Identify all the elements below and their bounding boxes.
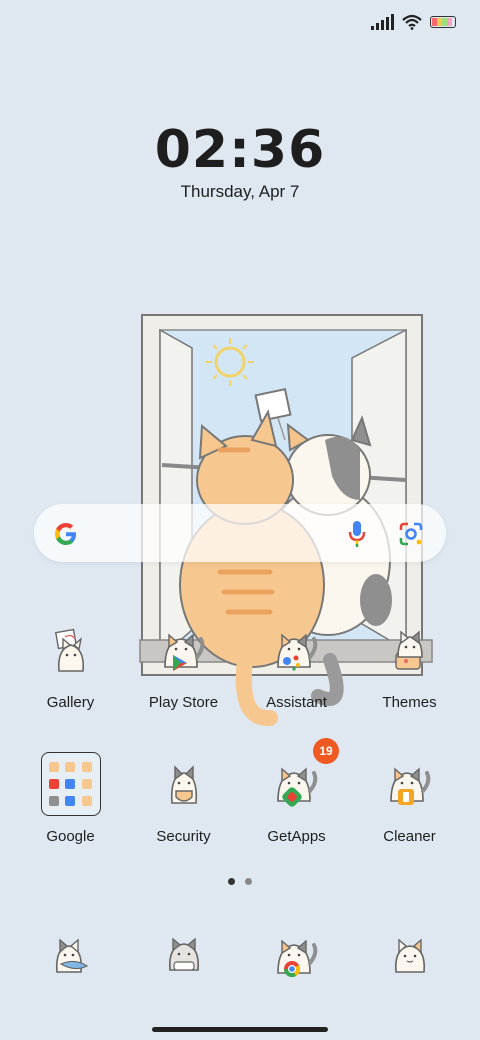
- clock-date: Thursday, Apr 7: [180, 182, 300, 201]
- cat-camera-icon: [378, 924, 442, 988]
- cat-cleaner-icon: [378, 752, 442, 816]
- google-g-icon: [55, 523, 76, 545]
- folder-google[interactable]: Google: [14, 752, 127, 845]
- dock-messages[interactable]: [127, 924, 240, 988]
- app-getapps[interactable]: GetApps: [240, 752, 353, 845]
- page-dot-active: [228, 878, 235, 885]
- app-gallery[interactable]: Gallery: [14, 618, 127, 711]
- signal-icon: [371, 14, 394, 30]
- gesture-handle[interactable]: [152, 1027, 328, 1032]
- app-label: GetApps: [267, 828, 326, 845]
- status-bar: [371, 14, 456, 30]
- clock-time: 02:36: [154, 120, 326, 180]
- dock-camera[interactable]: [353, 924, 466, 988]
- google-lens-icon[interactable]: [398, 521, 424, 547]
- page-dot: [245, 878, 252, 885]
- app-label: Assistant: [266, 694, 327, 711]
- notification-badge: 19: [313, 738, 339, 764]
- battery-icon: [430, 16, 456, 28]
- cat-security-icon: [152, 752, 216, 816]
- google-search-bar[interactable]: [34, 504, 446, 562]
- cat-themes-icon: [378, 618, 442, 682]
- dock-phone[interactable]: [14, 924, 127, 988]
- cat-play-store-icon: [152, 618, 216, 682]
- app-themes[interactable]: Themes: [353, 618, 466, 711]
- cat-gallery-icon: [39, 618, 103, 682]
- cat-messages-icon: [152, 924, 216, 988]
- app-label: Google: [46, 828, 95, 845]
- dock-chrome[interactable]: [240, 924, 353, 988]
- app-assistant[interactable]: Assistant: [240, 618, 353, 711]
- cat-assistant-icon: [265, 618, 329, 682]
- app-label: Cleaner: [383, 828, 436, 845]
- mic-icon[interactable]: [348, 520, 366, 548]
- app-label: Themes: [382, 694, 437, 711]
- cat-chrome-icon: [265, 924, 329, 988]
- app-label: Security: [156, 828, 211, 845]
- app-label: Gallery: [46, 694, 95, 711]
- wifi-icon: [402, 14, 422, 30]
- app-label: Play Store: [148, 694, 219, 711]
- app-play-store[interactable]: Play Store: [127, 618, 240, 711]
- page-indicator: [0, 878, 480, 885]
- google-folder-icon: [39, 752, 103, 816]
- cat-phone-icon: [39, 924, 103, 988]
- app-security[interactable]: Security: [127, 752, 240, 845]
- app-cleaner[interactable]: Cleaner: [353, 752, 466, 845]
